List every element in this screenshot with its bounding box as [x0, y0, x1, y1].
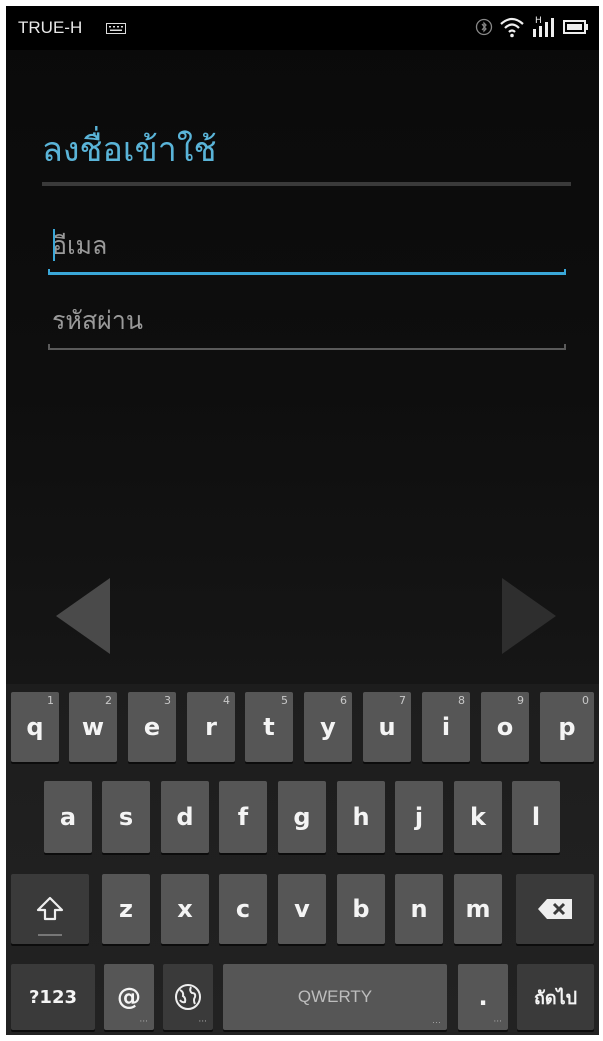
email-field-container: [48, 221, 568, 275]
next-key[interactable]: ถัดไป: [517, 964, 594, 1030]
key-g[interactable]: g: [278, 781, 326, 853]
email-field[interactable]: [48, 221, 562, 269]
key-h[interactable]: h: [337, 781, 385, 853]
key-k[interactable]: k: [454, 781, 502, 853]
text-cursor: [53, 229, 55, 261]
more-symbols-dots: ···: [139, 1017, 148, 1027]
key-label: q: [26, 713, 44, 741]
status-bar: TRUE-H H: [6, 6, 599, 50]
key-hint: 0: [582, 694, 589, 707]
key-q[interactable]: q1: [11, 692, 59, 762]
key-m[interactable]: m: [454, 874, 502, 944]
key-n[interactable]: n: [395, 874, 443, 944]
arrow-left-icon[interactable]: [52, 576, 112, 656]
arrow-right-icon[interactable]: [500, 576, 560, 656]
keyboard-icon: [106, 23, 126, 34]
key-y[interactable]: y6: [304, 692, 352, 762]
space-label: QWERTY: [297, 987, 373, 1006]
key-w[interactable]: w2: [69, 692, 117, 762]
key-hint: 5: [281, 694, 288, 707]
more-options-dots: ···: [198, 1017, 207, 1027]
signal-icon: H: [531, 15, 557, 43]
key-x[interactable]: x: [161, 874, 209, 944]
key-label: o: [496, 713, 514, 741]
backspace-key[interactable]: [516, 874, 594, 944]
space-key[interactable]: QWERTY ···: [223, 964, 447, 1030]
key-l[interactable]: l: [512, 781, 560, 853]
key-label: t: [263, 713, 275, 741]
more-options-dots: ···: [432, 1017, 441, 1027]
key-v[interactable]: v: [278, 874, 326, 944]
at-key[interactable]: @ ···: [104, 964, 154, 1030]
key-hint: 1: [47, 694, 54, 707]
globe-icon: [175, 984, 201, 1010]
network-type-label: H: [535, 16, 542, 26]
key-c[interactable]: c: [219, 874, 267, 944]
key-hint: 7: [399, 694, 406, 707]
shift-icon: [36, 896, 64, 921]
language-key[interactable]: ···: [163, 964, 213, 1030]
symbols-key[interactable]: ?123: [11, 964, 95, 1030]
key-label: w: [81, 713, 105, 741]
key-hint: 3: [164, 694, 171, 707]
key-hint: 8: [458, 694, 465, 707]
wifi-icon: [499, 16, 525, 42]
key-label: p: [558, 713, 576, 741]
password-field-container: [48, 296, 568, 350]
key-t[interactable]: t5: [245, 692, 293, 762]
key-label: y: [320, 713, 336, 741]
key-e[interactable]: e3: [128, 692, 176, 762]
key-label: i: [441, 713, 451, 741]
key-f[interactable]: f: [219, 781, 267, 853]
key-hint: 9: [517, 694, 524, 707]
key-hint: 6: [340, 694, 347, 707]
key-d[interactable]: d: [161, 781, 209, 853]
key-u[interactable]: u7: [363, 692, 411, 762]
key-hint: 2: [105, 694, 112, 707]
title-divider: [42, 182, 571, 186]
page-title: ลงชื่อเข้าใช้: [42, 130, 217, 170]
key-z[interactable]: z: [102, 874, 150, 944]
key-o[interactable]: o9: [481, 692, 529, 762]
bluetooth-icon: [475, 18, 493, 40]
status-icons: H: [469, 15, 589, 43]
more-symbols-dots: ···: [493, 1017, 502, 1027]
shift-key[interactable]: [11, 874, 89, 944]
backspace-icon: [538, 899, 572, 919]
key-p[interactable]: p0: [540, 692, 594, 762]
soft-keyboard: q1 w2 e3 r4 t5 y6 u7 i8 o9 p0 a s d f g …: [6, 684, 599, 1035]
key-hint: 4: [223, 694, 230, 707]
period-label: .: [478, 983, 488, 1011]
key-label: r: [205, 713, 217, 741]
password-field[interactable]: [48, 296, 562, 344]
key-j[interactable]: j: [395, 781, 443, 853]
period-key[interactable]: . ···: [458, 964, 508, 1030]
email-field-underline: [48, 269, 566, 275]
key-s[interactable]: s: [102, 781, 150, 853]
at-label: @: [117, 983, 141, 1011]
key-b[interactable]: b: [337, 874, 385, 944]
battery-icon: [563, 19, 589, 39]
key-r[interactable]: r4: [187, 692, 235, 762]
login-screen: TRUE-H H ลงชื่อเข้าใช้ อีเมล q 1 w 2 e 3…: [6, 6, 599, 1035]
key-label: u: [378, 713, 396, 741]
password-field-underline: [48, 344, 566, 350]
key-i[interactable]: i8: [422, 692, 470, 762]
carrier-name: TRUE-H: [18, 18, 83, 37]
key-label: e: [143, 713, 161, 741]
shift-indicator: [38, 934, 62, 936]
key-a[interactable]: a: [44, 781, 92, 853]
